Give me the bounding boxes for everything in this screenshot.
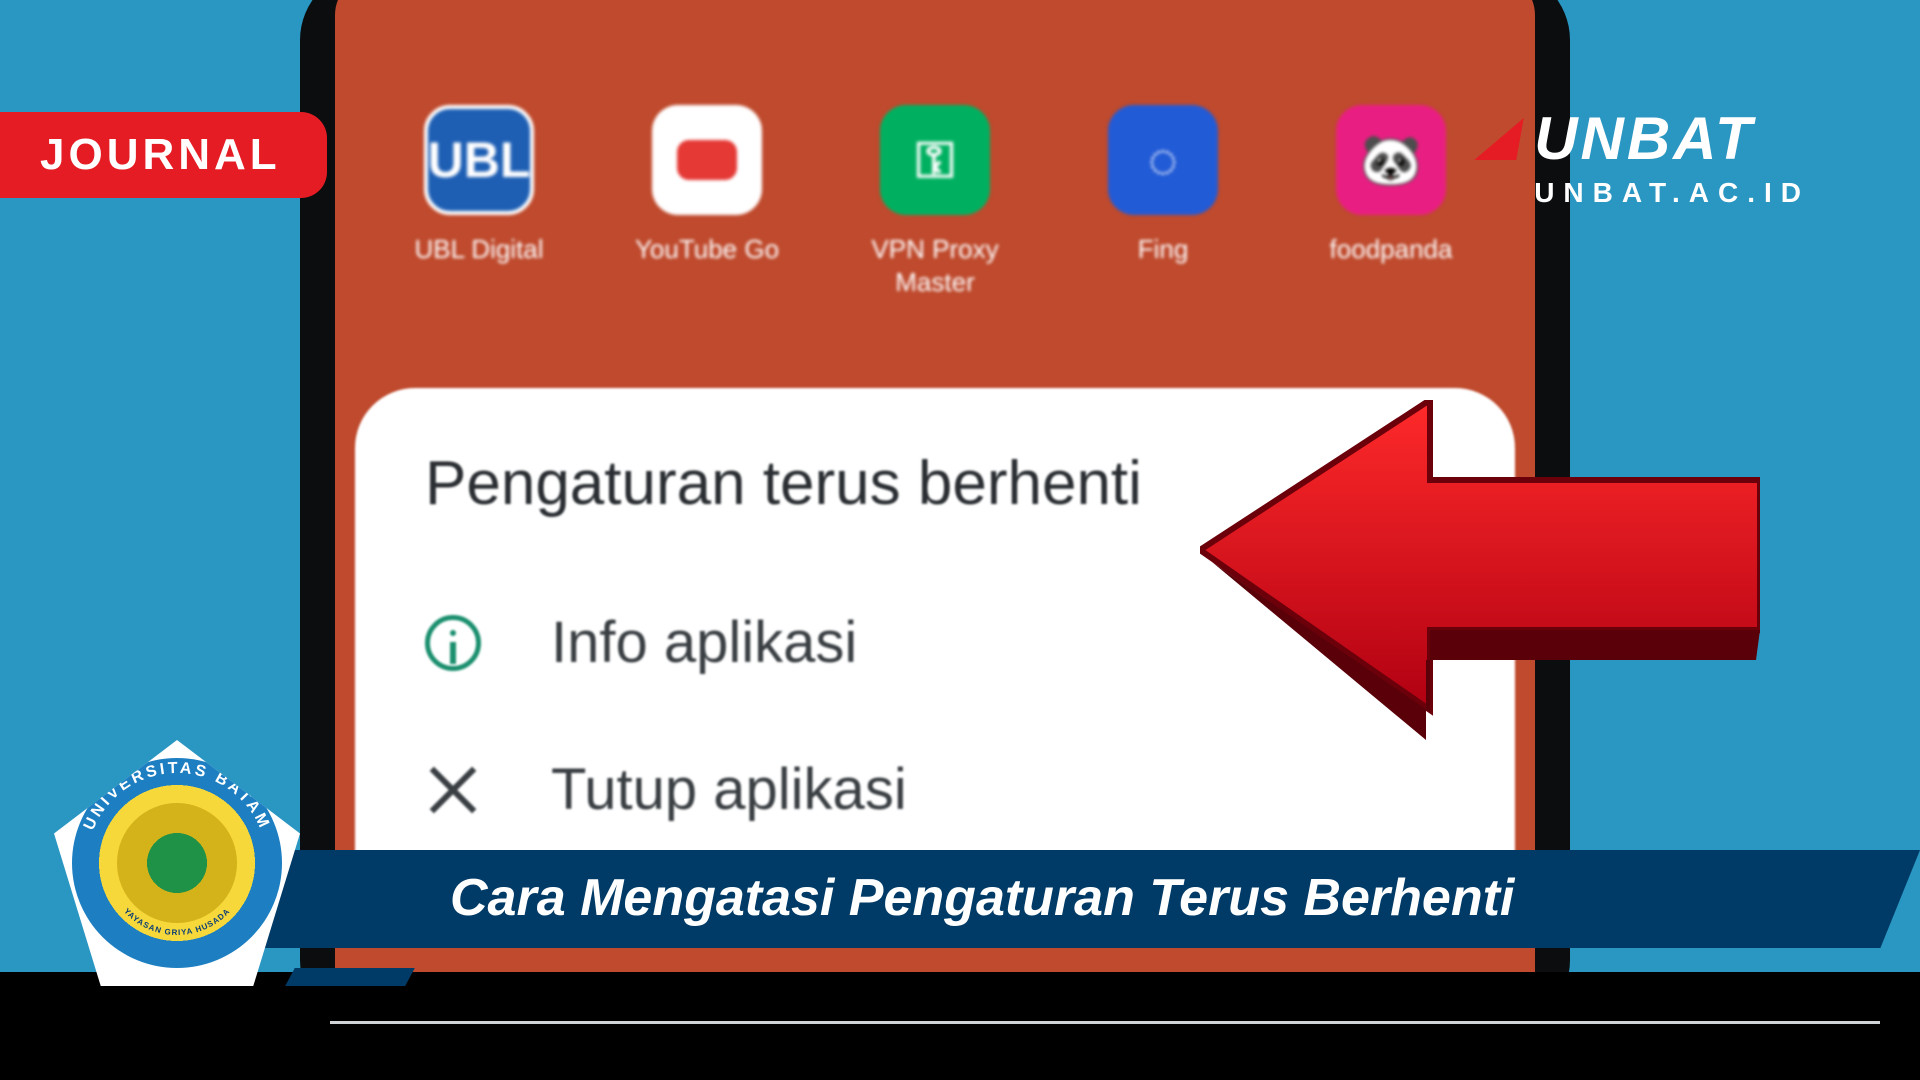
seal-ring: UNIVERSITAS BATAM YAYASAN GRIYA HUSADA [72, 758, 282, 968]
app-icon-row: UBL UBL Digital YouTube Go ⚿ VPN Proxy M… [365, 105, 1505, 298]
app-fing[interactable]: ◌ Fing [1058, 105, 1268, 298]
app-label: Fing [1138, 233, 1189, 266]
journal-badge-label: JOURNAL [40, 130, 281, 179]
svg-text:UNIVERSITAS BATAM: UNIVERSITAS BATAM [81, 760, 273, 833]
app-ubl-digital[interactable]: UBL UBL Digital [374, 105, 584, 298]
app-label: foodpanda [1330, 233, 1453, 266]
fing-icon: ◌ [1108, 105, 1218, 215]
dialog-option-info[interactable]: Info aplikasi [425, 609, 1445, 676]
dialog-option-label: Tutup aplikasi [551, 756, 907, 823]
journal-badge: JOURNAL [0, 112, 327, 198]
app-label: VPN Proxy Master [830, 233, 1040, 298]
seal-pentagon: UNIVERSITAS BATAM YAYASAN GRIYA HUSADA [54, 740, 300, 986]
lower-third-caption: Cara Mengatasi Pengaturan Terus Berhenti [450, 868, 1514, 928]
app-vpn-proxy-master[interactable]: ⚿ VPN Proxy Master [830, 105, 1040, 298]
app-youtube-go[interactable]: YouTube Go [602, 105, 812, 298]
error-dialog: Pengaturan terus berhenti Info aplikasi … [355, 388, 1515, 908]
bottom-accent [285, 968, 415, 986]
dialog-option-label: Info aplikasi [551, 609, 857, 676]
brand-block: UNBAT UNBAT.AC.ID [1478, 104, 1810, 209]
dialog-title: Pengaturan terus berhenti [425, 448, 1445, 519]
app-foodpanda[interactable]: 🐼 foodpanda [1286, 105, 1496, 298]
ubl-icon: UBL [424, 105, 534, 215]
university-seal: UNIVERSITAS BATAM YAYASAN GRIYA HUSADA [54, 740, 300, 986]
app-label: YouTube Go [635, 233, 779, 266]
close-icon [425, 762, 481, 818]
foodpanda-icon: 🐼 [1336, 105, 1446, 215]
seal-top-text: UNIVERSITAS BATAM [81, 760, 273, 833]
info-icon [425, 615, 481, 671]
youtube-icon [652, 105, 762, 215]
bottom-bar [0, 972, 1920, 1080]
bottom-divider [330, 1021, 1880, 1024]
triangle-icon [1474, 118, 1523, 160]
svg-text:YAYASAN GRIYA HUSADA: YAYASAN GRIYA HUSADA [122, 906, 232, 937]
seal-bottom-text: YAYASAN GRIYA HUSADA [122, 906, 232, 937]
app-label: UBL Digital [414, 233, 543, 266]
thumbnail-frame: UBL UBL Digital YouTube Go ⚿ VPN Proxy M… [0, 0, 1920, 1080]
vpn-key-icon: ⚿ [880, 105, 990, 215]
brand-name-row: UNBAT [1478, 104, 1810, 173]
brand-url: UNBAT.AC.ID [1534, 177, 1810, 209]
brand-name: UNBAT [1534, 104, 1755, 173]
dialog-option-close[interactable]: Tutup aplikasi [425, 756, 1445, 823]
